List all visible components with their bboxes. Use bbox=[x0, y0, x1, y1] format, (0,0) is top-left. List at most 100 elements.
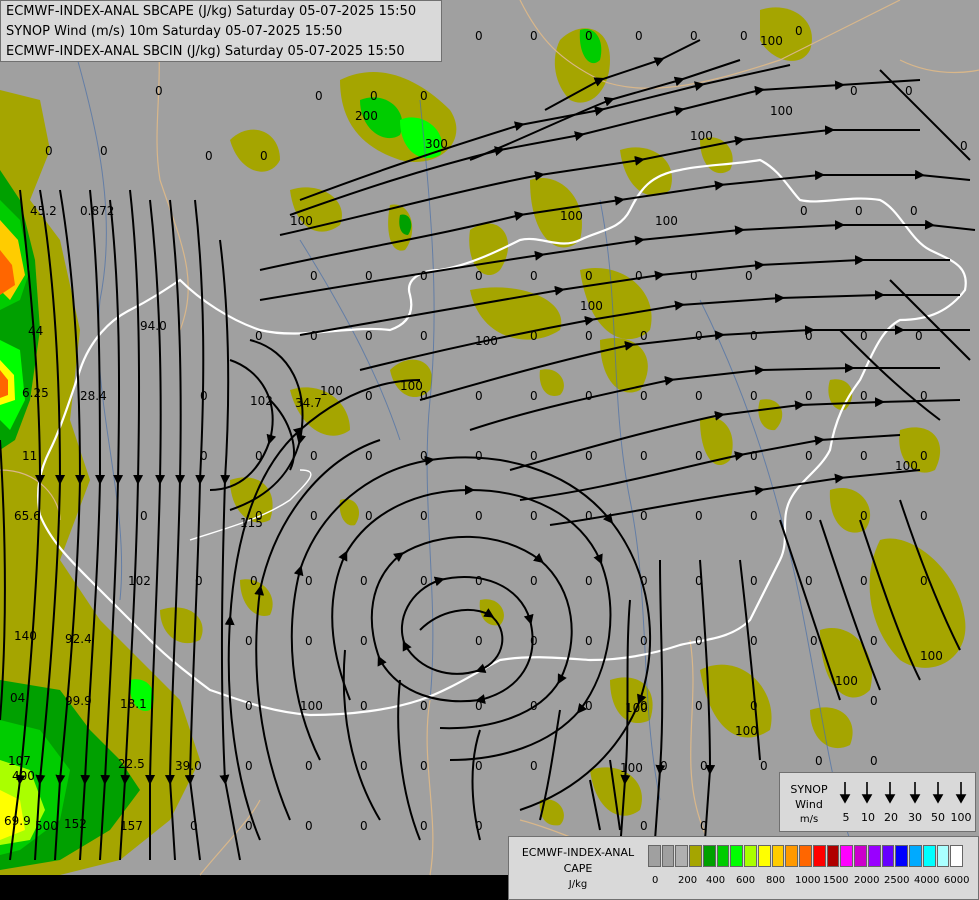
map-value-label: 0 bbox=[795, 24, 803, 38]
map-value-label: 0 bbox=[750, 699, 758, 713]
map-value-label: 0 bbox=[475, 509, 483, 523]
map-value-label: 0 bbox=[530, 29, 538, 43]
map-value-label: 0 bbox=[420, 699, 428, 713]
map-value-label: 34.7 bbox=[295, 396, 322, 410]
map-value-label: 0 bbox=[310, 449, 318, 463]
map-value-label: 0 bbox=[850, 84, 858, 98]
title-cin: ECMWF-INDEX-ANAL SBCIN (J/kg) Saturday 0… bbox=[6, 44, 405, 59]
map-value-label: 102 bbox=[250, 394, 273, 408]
map-value-label: 0 bbox=[805, 509, 813, 523]
cape-legend-label: 600 bbox=[736, 875, 756, 886]
map-value-label: 44 bbox=[28, 324, 43, 338]
wind-legend-unit: m/s bbox=[799, 814, 819, 825]
map-value-label: 0 bbox=[475, 759, 483, 773]
map-value-label: 0 bbox=[640, 509, 648, 523]
map-value-label: 0 bbox=[420, 449, 428, 463]
map-value-label: 100 bbox=[300, 699, 323, 713]
map-value-label: 100 bbox=[735, 724, 758, 738]
cape-swatch bbox=[702, 845, 716, 867]
map-value-label: 0 bbox=[870, 634, 878, 648]
map-value-label: 0 bbox=[475, 634, 483, 648]
map-value-label: 0 bbox=[305, 819, 313, 833]
map-value-label: 300 bbox=[425, 137, 448, 151]
map-value-label: 0 bbox=[750, 329, 758, 343]
map-value-label: 0 bbox=[640, 819, 648, 833]
map-value-label: 0 bbox=[805, 329, 813, 343]
map-value-label: 0 bbox=[640, 634, 648, 648]
map-value-label: 0 bbox=[530, 389, 538, 403]
map-value-label: 0 bbox=[810, 634, 818, 648]
map-value-label: 100 bbox=[895, 459, 918, 473]
map-value-label: 100 bbox=[920, 649, 943, 663]
cape-legend-title-1: ECMWF-INDEX-ANAL bbox=[521, 846, 635, 859]
map-value-label: 0 bbox=[585, 634, 593, 648]
map-value-label: 100 bbox=[835, 674, 858, 688]
map-value-label: 100 bbox=[620, 761, 643, 775]
map-value-label: 0 bbox=[310, 329, 318, 343]
map-value-label: 0 bbox=[365, 329, 373, 343]
map-value-label: 100 bbox=[770, 104, 793, 118]
map-value-label: 0 bbox=[420, 819, 428, 833]
map-value-label: 0 bbox=[365, 509, 373, 523]
cape-legend-label: 1000 bbox=[795, 875, 821, 886]
map-value-label: 65.6 bbox=[14, 509, 41, 523]
cape-swatch bbox=[826, 845, 840, 867]
map-value-label: 0 bbox=[860, 509, 868, 523]
map-value-label: 157 bbox=[120, 819, 143, 833]
map-value-label: 0 bbox=[530, 759, 538, 773]
map-value-label: 0 bbox=[305, 574, 313, 588]
cape-legend-label: 800 bbox=[766, 875, 786, 886]
cape-swatch bbox=[936, 845, 950, 867]
title-wind: SYNOP Wind (m/s) 10m Saturday 05-07-2025… bbox=[6, 24, 343, 39]
map-value-label: 0 bbox=[530, 699, 538, 713]
map-value-label: 0 bbox=[695, 389, 703, 403]
map-value-label: 500 bbox=[35, 819, 58, 833]
title-cape: ECMWF-INDEX-ANAL SBCAPE (J/kg) Saturday … bbox=[6, 4, 417, 19]
map-value-label: 0 bbox=[420, 89, 428, 103]
map-value-label: 0 bbox=[250, 574, 258, 588]
cape-swatch bbox=[854, 845, 867, 867]
map-value-label: 100 bbox=[690, 129, 713, 143]
map-value-label: 28.4 bbox=[80, 389, 107, 403]
map-value-label: 0 bbox=[200, 389, 208, 403]
map-value-label: 0 bbox=[530, 634, 538, 648]
map-value-label: 0 bbox=[860, 449, 868, 463]
map-value-label: 107 bbox=[8, 754, 31, 768]
map-value-label: 0 bbox=[640, 389, 648, 403]
cape-swatch bbox=[909, 845, 922, 867]
map-value-label: 0 bbox=[420, 509, 428, 523]
map-value-label: 0 bbox=[915, 329, 923, 343]
map-value-label: 0 bbox=[700, 819, 708, 833]
map-value-label: 0 bbox=[750, 634, 758, 648]
cape-swatch bbox=[675, 845, 689, 867]
map-value-label: 0 bbox=[245, 819, 253, 833]
cape-legend-label: 400 bbox=[706, 875, 726, 886]
map-value-label: 100 bbox=[290, 214, 313, 228]
map-value-label: 0 bbox=[695, 574, 703, 588]
map-value-label: 18.1 bbox=[120, 697, 147, 711]
map-value-label: 99.9 bbox=[65, 694, 92, 708]
map-value-label: 0 bbox=[475, 29, 483, 43]
map-value-label: 0 bbox=[155, 84, 163, 98]
map-value-label: 0 bbox=[205, 149, 213, 163]
map-value-label: 0 bbox=[365, 269, 373, 283]
map-value-label: 0 bbox=[100, 144, 108, 158]
map-value-label: 0 bbox=[695, 699, 703, 713]
map-value-label: 0 bbox=[695, 449, 703, 463]
map-value-label: 0 bbox=[370, 89, 378, 103]
map-value-label: 100 bbox=[625, 701, 648, 715]
map-value-label: 0 bbox=[420, 329, 428, 343]
map-value-label: 0 bbox=[740, 29, 748, 43]
map-value-label: 0.872 bbox=[80, 204, 114, 218]
map-value-label: 0 bbox=[805, 389, 813, 403]
map-value-label: 0 bbox=[660, 759, 668, 773]
map-value-label: 0 bbox=[360, 819, 368, 833]
cape-legend-labels: 0 200 400 600 800 1000 1500 2000 2500 4000 6000 bbox=[648, 875, 976, 889]
map-value-label: 0 bbox=[760, 759, 768, 773]
map-value-label: 100 bbox=[580, 299, 603, 313]
cape-swatch bbox=[922, 845, 936, 867]
wind-legend-value: 100 bbox=[950, 811, 972, 824]
map-value-label: 0 bbox=[815, 754, 823, 768]
map-value-label: 0 bbox=[530, 329, 538, 343]
map-value-label: 0 bbox=[585, 449, 593, 463]
